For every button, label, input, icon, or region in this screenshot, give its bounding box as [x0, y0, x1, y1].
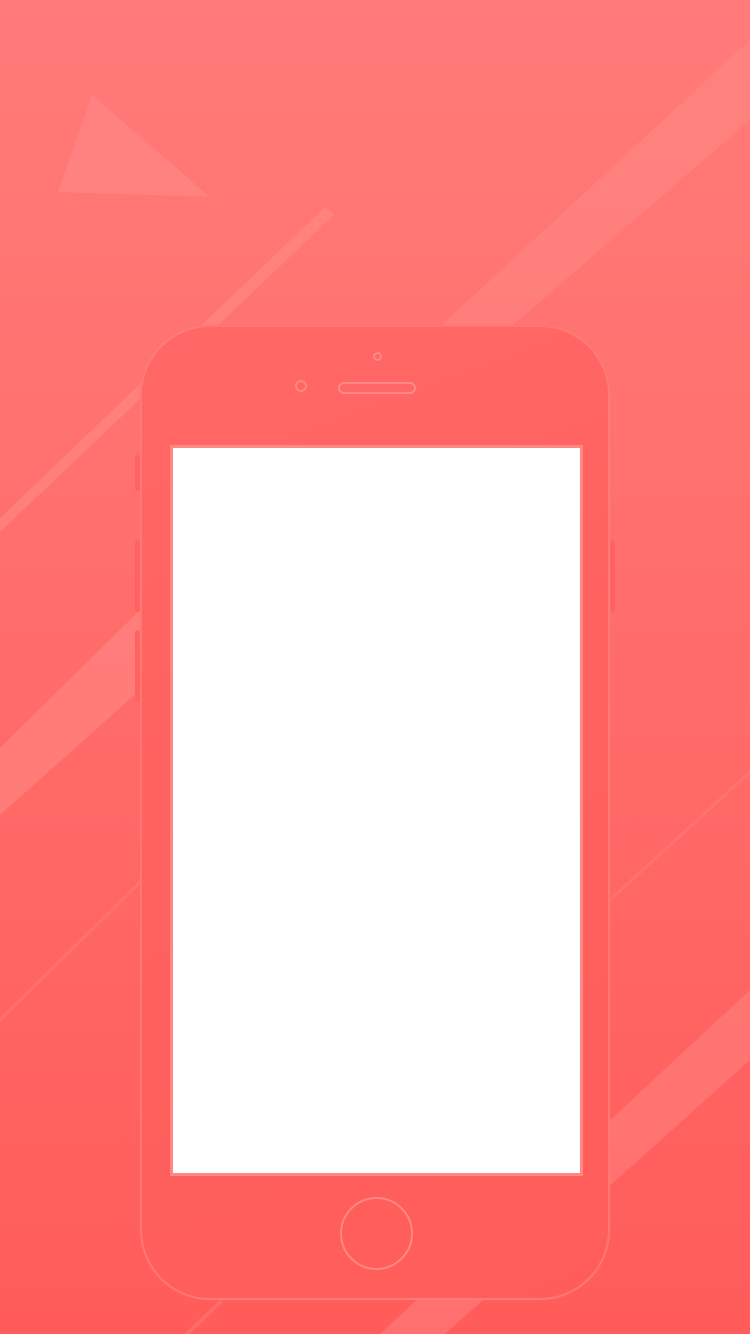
- decor-stripe-wide-top: [420, 40, 750, 345]
- speaker-icon: [338, 382, 416, 394]
- decor-line-left-lower: [0, 880, 140, 1022]
- front-camera-icon: [295, 380, 307, 392]
- phone-screen: [170, 445, 583, 1176]
- decor-triangle: [58, 95, 210, 197]
- home-button[interactable]: [340, 1197, 413, 1270]
- decor-line-bottom: [184, 1300, 223, 1334]
- decor-stripe-wide-left: [0, 610, 140, 815]
- decor-line-right-mid: [612, 770, 750, 900]
- page-background: [0, 0, 750, 1334]
- proximity-sensor-icon: [373, 352, 382, 361]
- power-button: [610, 540, 615, 612]
